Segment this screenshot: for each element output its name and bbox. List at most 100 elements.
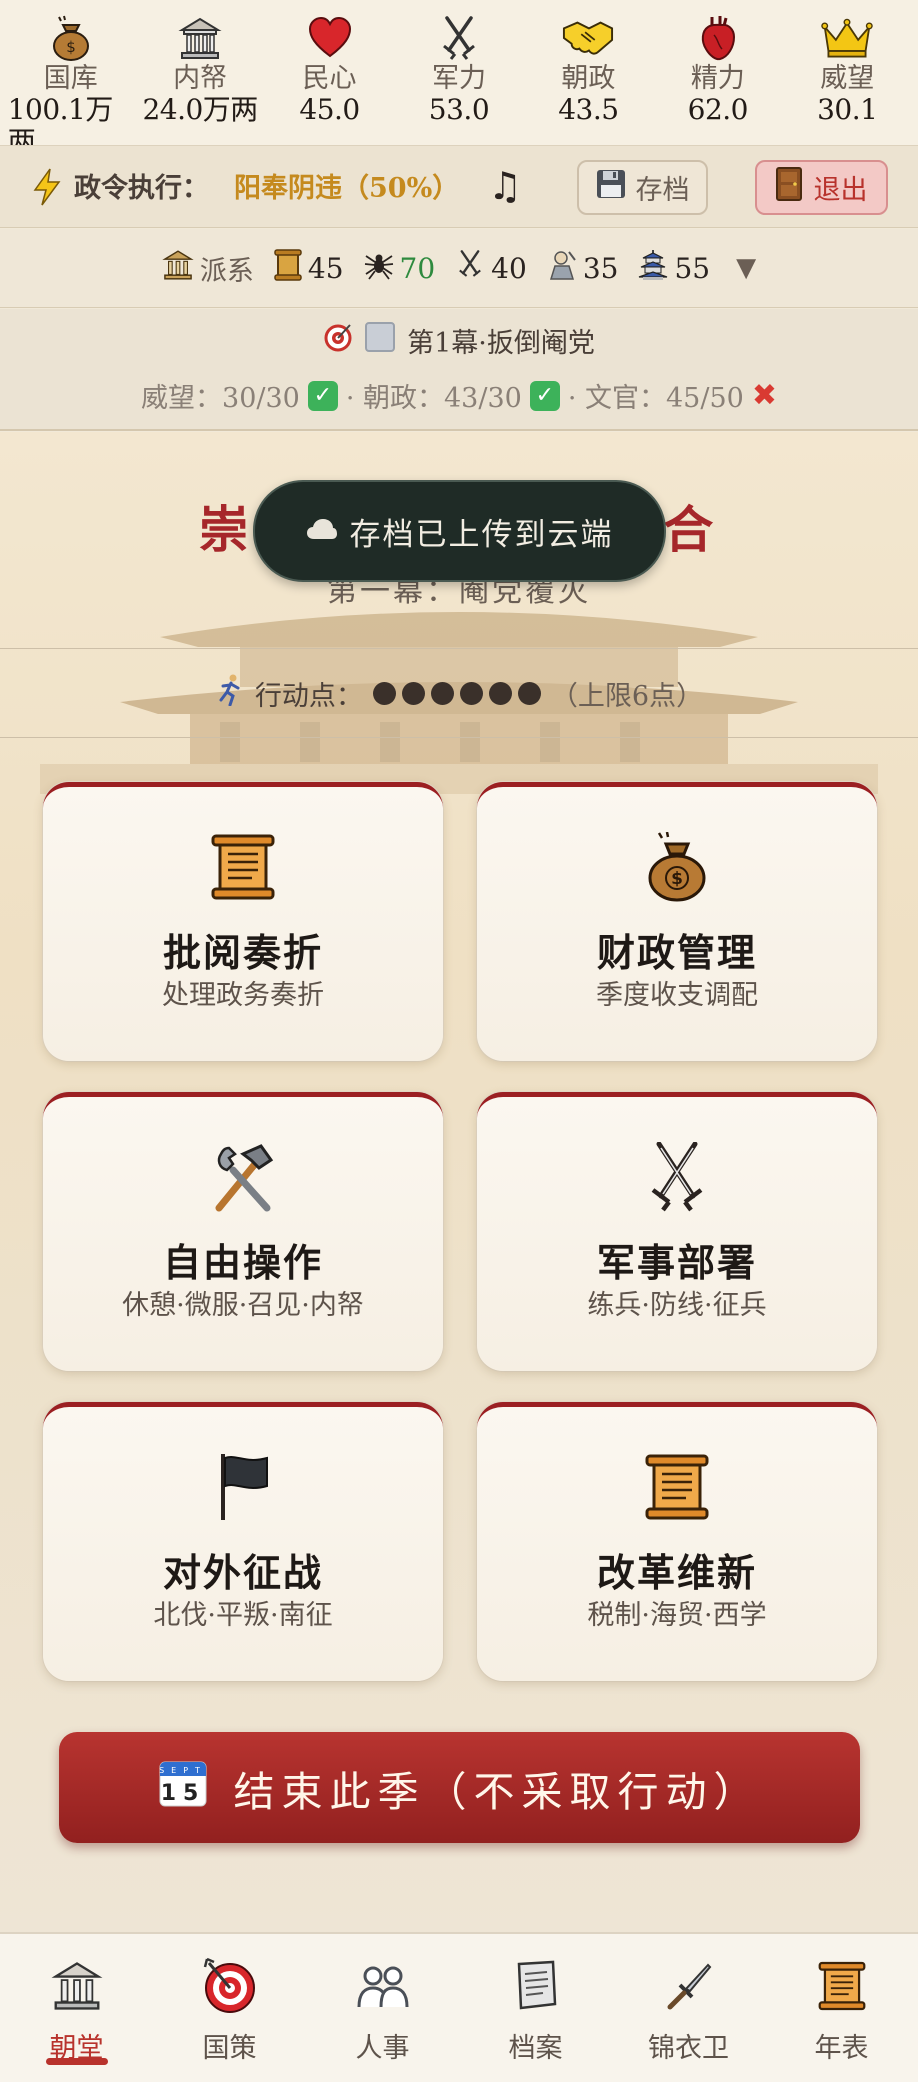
nav-label: 朝堂	[49, 2033, 104, 2064]
card-title: 对外征战	[162, 1550, 323, 1595]
policy-value: 阳奉阴违（50%）	[234, 173, 460, 204]
scroll-icon	[812, 1956, 872, 2016]
card-title: 改革维新	[596, 1550, 757, 1595]
goal-condition-governance: · 朝政：43/30	[345, 383, 522, 414]
faction-label: 派系	[199, 255, 254, 287]
action-point-dot	[430, 681, 454, 705]
card-subtitle: 练兵·防线·征兵	[587, 1290, 767, 1321]
card-foreign-campaign[interactable]: 对外征战 北伐·平叛·南征	[43, 1402, 443, 1681]
nav-label: 档案	[508, 2033, 563, 2064]
people-icon	[353, 1956, 413, 2016]
scroll-icon	[274, 248, 302, 288]
card-subtitle: 北伐·平叛·南征	[153, 1600, 333, 1631]
stat-value: 24.0万两	[142, 93, 258, 126]
stat-label: 军力	[431, 63, 486, 94]
faction-value: 40	[491, 251, 527, 285]
nav-label: 年表	[814, 2033, 869, 2064]
goal-title-row: 第1幕·扳倒阉党	[0, 321, 918, 360]
card-subtitle: 处理政务奏折	[162, 980, 324, 1011]
nav-tab-embroidered-guard[interactable]: 锦衣卫	[612, 1934, 765, 2082]
action-points-limit: （上限6点）	[550, 680, 704, 712]
faction-military: 40	[455, 249, 527, 287]
black-flag-icon	[43, 1452, 443, 1524]
document-icon	[506, 1956, 566, 2016]
nav-tab-personnel[interactable]: 人事	[306, 1934, 459, 2082]
stat-governance: 朝政 43.5	[525, 14, 651, 126]
stat-popular-support: 民心 45.0	[267, 14, 393, 126]
money-bag-icon: $	[477, 832, 877, 904]
nav-label: 人事	[355, 2033, 410, 2064]
card-review-memorials[interactable]: 批阅奏折 处理政务奏折	[43, 782, 443, 1061]
scroll-icon	[477, 1452, 877, 1524]
card-military-deployment[interactable]: 军事部署 练兵·防线·征兵	[477, 1092, 877, 1371]
stat-value: 53.0	[428, 93, 490, 126]
target-icon	[200, 1956, 260, 2016]
stat-label: 朝政	[561, 63, 616, 94]
dagger-icon	[659, 1956, 719, 2016]
calendar-icon: SEPT 15	[158, 1758, 208, 1818]
stat-label: 精力	[690, 63, 745, 94]
goal-condition-prestige: 威望：30/30	[141, 383, 300, 414]
nav-tab-court[interactable]: 朝堂	[0, 1934, 153, 2082]
resource-stats-bar: $ 国库 100.1万两 内帑 24.0万两 民心 45.0 军力 53.0 朝…	[0, 0, 918, 158]
faction-value: 45	[307, 251, 344, 285]
card-title: 批阅奏折	[162, 930, 323, 975]
monk-icon	[547, 250, 577, 287]
nav-tab-chronicle[interactable]: 年表	[765, 1934, 918, 2082]
stat-label: 内帑	[173, 63, 228, 94]
action-point-dot	[517, 681, 541, 705]
stat-prestige: 威望 30.1	[784, 14, 910, 126]
card-reform[interactable]: 改革维新 税制·海贸·西学	[477, 1402, 877, 1681]
svg-text:$: $	[671, 869, 683, 889]
card-free-action[interactable]: 自由操作 休憩·微服·召见·内帑	[43, 1092, 443, 1371]
stat-label: 民心	[302, 63, 357, 94]
faction-value: 55	[674, 251, 711, 285]
faction-eunuchs: 70	[364, 250, 435, 287]
stat-military: 军力 53.0	[396, 14, 522, 126]
cloud-save-toast: 存档已上传到云端	[253, 480, 666, 582]
action-points-label: 行动点：	[254, 680, 363, 712]
door-icon	[775, 167, 802, 208]
action-point-dot	[372, 681, 396, 705]
faction-value: 35	[582, 251, 619, 285]
money-bag-icon: $	[45, 14, 97, 62]
policy-status-bar: 政令执行： 阳奉阴违（50%） ♫ 存档 退出	[0, 145, 918, 228]
faction-header: 派系	[162, 249, 254, 288]
card-finance[interactable]: $ 财政管理 季度收支调配	[477, 782, 877, 1061]
exit-button[interactable]: 退出	[755, 160, 888, 215]
end-season-button[interactable]: SEPT 15 结束此季（不采取行动）	[59, 1732, 860, 1843]
placeholder-square-icon	[365, 322, 396, 359]
stat-treasury: $ 国库 100.1万两	[8, 14, 134, 158]
nav-tab-archives[interactable]: 档案	[459, 1934, 612, 2082]
action-points-row: 行动点： （上限6点）	[0, 648, 918, 738]
floppy-disk-icon	[596, 169, 626, 206]
svg-text:$: $	[66, 38, 76, 56]
court-main-area: 崇祯1年 春 第1回合 第一幕：阉党覆灭 存档已上传到云端 行动点： （上限6点…	[0, 432, 918, 1932]
nav-tab-policy[interactable]: 国策	[153, 1934, 306, 2082]
handshake-icon	[562, 14, 614, 62]
nav-label: 锦衣卫	[648, 2033, 729, 2064]
stat-label: 威望	[820, 63, 875, 94]
end-season-label: 结束此季（不采取行动）	[233, 1767, 762, 1816]
calendar-day: 15	[160, 1781, 205, 1806]
crown-icon	[821, 14, 874, 62]
heart-icon	[304, 14, 356, 62]
target-arrow-icon	[323, 322, 353, 359]
card-title: 财政管理	[596, 930, 757, 975]
card-subtitle: 税制·海贸·西学	[587, 1600, 767, 1631]
bottom-navigation: 朝堂 国策 人事 档案 锦衣卫 年表	[0, 1932, 918, 2082]
action-point-dot	[459, 681, 483, 705]
action-point-dot	[488, 681, 512, 705]
expand-triangle-icon[interactable]: ▼	[736, 253, 756, 283]
lightning-icon	[32, 168, 62, 206]
music-toggle-icon[interactable]: ♫	[488, 164, 522, 208]
stat-inner-treasury: 内帑 24.0万两	[137, 14, 263, 126]
stat-label: 国库	[43, 63, 98, 94]
pagoda-icon	[638, 249, 668, 288]
save-button[interactable]: 存档	[577, 160, 708, 215]
faction-bar[interactable]: 派系 45 70 40 35 55 ▼	[0, 229, 918, 308]
faction-monks: 35	[547, 250, 619, 287]
stat-value: 62.0	[687, 93, 749, 126]
treasury-building-icon	[174, 14, 226, 62]
card-title: 军事部署	[596, 1240, 757, 1285]
